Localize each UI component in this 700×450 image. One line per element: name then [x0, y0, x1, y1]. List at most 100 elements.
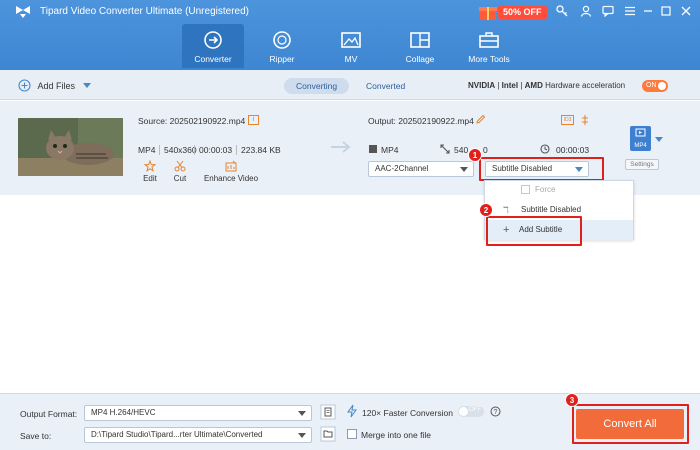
tab-label: Converter	[194, 54, 232, 64]
highlight-convert-all	[572, 404, 689, 444]
tab-converting[interactable]: Converting	[284, 78, 350, 94]
video-file-icon	[635, 128, 646, 137]
hardware-acceleration: NVIDIA | Intel | AMD Hardware accelerati…	[468, 81, 626, 90]
save-to-dropdown[interactable]: D:\Tipard Studio\Tipard...rter Ultimate\…	[84, 427, 312, 443]
tab-collage[interactable]: Collage	[389, 24, 451, 68]
enhance-label: Enhance Video	[203, 174, 259, 183]
tab-label: More Tools	[468, 54, 510, 64]
ripper-icon	[273, 31, 291, 49]
menu-item-force[interactable]: Force	[485, 180, 633, 200]
video-format-icon	[369, 145, 377, 153]
chevron-down-icon	[460, 167, 468, 172]
scissors-icon	[174, 160, 186, 172]
save-to-value: D:\Tipard Studio\Tipard...rter Ultimate\…	[91, 430, 263, 439]
toolbox-icon	[479, 32, 499, 48]
pencil-icon[interactable]	[475, 114, 486, 125]
promo-text: 50% OFF	[498, 6, 547, 19]
format-badge[interactable]: MP4	[630, 126, 651, 151]
chevron-down-icon	[298, 433, 306, 438]
folder-icon[interactable]	[320, 426, 336, 442]
highlight-add-subtitle	[486, 216, 582, 246]
output-filename: Output: 202502190922.mp4	[368, 116, 474, 126]
highlight-subtitle-dropdown	[479, 157, 604, 181]
tab-converted[interactable]: Converted	[354, 78, 417, 94]
source-resolution: 540x360	[159, 145, 197, 155]
step-1-badge: 1	[468, 148, 482, 162]
merge-label: Merge into one file	[361, 430, 431, 440]
hw-amd: AMD	[524, 81, 543, 90]
source-filename: Source: 202502190922.mp4	[138, 116, 246, 126]
enhance-video-button[interactable]: Enhance Video	[202, 160, 260, 183]
pin-icon[interactable]	[580, 114, 590, 126]
arrow-right-icon	[331, 141, 351, 153]
output-format-value: MP4 H.264/HEVC	[91, 408, 156, 417]
chevron-down-icon	[298, 411, 306, 416]
step-3-badge: 3	[565, 393, 579, 407]
toggle-label: OFF	[469, 407, 481, 413]
promo-badge[interactable]: 50% OFF	[478, 3, 548, 21]
maximize-icon[interactable]	[660, 5, 672, 17]
tab-more-tools[interactable]: More Tools	[458, 24, 520, 68]
faster-conversion-toggle[interactable]: OFF	[458, 406, 484, 417]
output-resolution: 540	[454, 145, 469, 155]
save-to-label: Save to:	[20, 431, 52, 441]
svg-text:?: ?	[494, 409, 498, 416]
resize-icon	[440, 144, 450, 154]
output-format-dropdown[interactable]: MP4 H.264/HEVC	[84, 405, 312, 421]
close-icon[interactable]	[680, 5, 692, 17]
edit-star-icon	[143, 159, 157, 172]
tab-mv[interactable]: MV	[320, 24, 382, 68]
info-icon[interactable]: i	[248, 115, 259, 125]
output-format: MP4	[381, 145, 399, 155]
edit-button[interactable]: Edit	[140, 159, 160, 183]
lightning-icon	[347, 404, 357, 418]
add-files-button[interactable]: Add Files	[18, 79, 91, 92]
add-files-label: Add Files	[37, 80, 76, 91]
checkbox[interactable]	[521, 185, 530, 194]
help-icon[interactable]: ?	[490, 406, 501, 417]
key-icon[interactable]	[556, 5, 568, 17]
converter-icon	[204, 31, 222, 49]
source-size: 223.84 KB	[236, 145, 281, 155]
tab-converter[interactable]: Converter	[182, 24, 244, 68]
faster-conversion-label: 120× Faster Conversion	[362, 408, 453, 418]
window-title: Tipard Video Converter Ultimate (Unregis…	[40, 6, 249, 17]
id3-icon[interactable]: ID3	[561, 115, 574, 125]
hw-intel: Intel	[501, 81, 519, 90]
user-icon[interactable]	[580, 5, 592, 17]
tab-ripper[interactable]: Ripper	[251, 24, 313, 68]
tab-label: Ripper	[269, 54, 295, 64]
video-thumbnail[interactable]	[18, 118, 123, 176]
audio-track-value: AAC-2Channel	[375, 164, 429, 173]
step-2-badge: 2	[479, 203, 493, 217]
hw-label: Hardware acceleration	[545, 81, 626, 90]
enhance-icon	[225, 160, 237, 172]
app-logo-icon	[16, 6, 30, 18]
menu-icon[interactable]	[624, 5, 636, 17]
settings-button[interactable]: Settings	[625, 159, 659, 170]
cat-image	[18, 118, 123, 176]
hw-acceleration-toggle[interactable]: ON	[642, 80, 668, 92]
mv-icon	[341, 32, 361, 48]
tab-label: Collage	[405, 54, 435, 64]
chevron-down-icon[interactable]	[82, 83, 91, 88]
format-chevron-icon[interactable]	[655, 137, 663, 142]
clock-icon	[540, 144, 550, 154]
merge-checkbox[interactable]	[347, 429, 357, 439]
chat-icon[interactable]	[602, 5, 614, 17]
source-duration: 00:00:03	[194, 145, 232, 155]
cut-button[interactable]: Cut	[170, 160, 190, 183]
edit-label: Edit	[143, 174, 157, 183]
format-badge-label: MP4	[634, 143, 647, 149]
audio-track-dropdown[interactable]: AAC-2Channel	[368, 161, 474, 177]
format-settings-icon[interactable]	[320, 404, 336, 420]
force-label: Force	[535, 185, 556, 194]
plus-circle-icon	[18, 79, 31, 92]
hw-nvidia: NVIDIA	[468, 81, 496, 90]
output-format-label: Output Format:	[20, 409, 78, 419]
output-duration: 00:00:03	[556, 145, 590, 155]
tab-label: MV	[344, 54, 358, 64]
collage-icon	[410, 32, 430, 48]
minimize-icon[interactable]	[642, 5, 654, 17]
gift-icon	[479, 7, 497, 20]
